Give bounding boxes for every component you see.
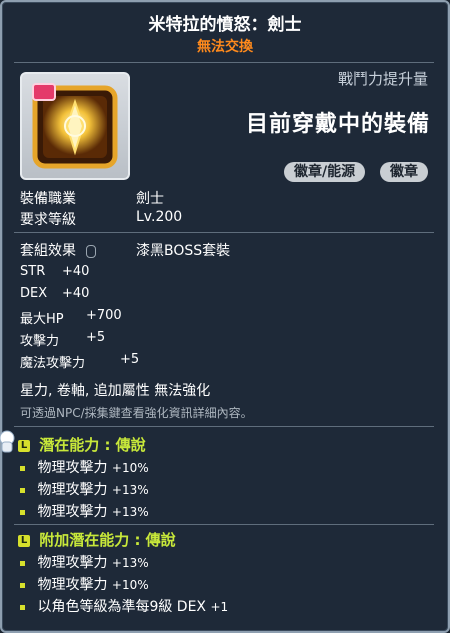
additional-potential-line: 物理攻擊力 +10%: [20, 574, 149, 594]
stat-row: STR +40: [20, 264, 89, 279]
potential-stat: 物理攻擊力: [37, 504, 108, 520]
level-row: 要求等級 Lv.200: [20, 209, 182, 229]
stat-name: 最大HP: [20, 312, 64, 327]
potential-stat: 物理攻擊力: [37, 555, 108, 571]
potential-value: +1: [210, 600, 229, 614]
bullet-icon: [20, 560, 25, 566]
stat-row: DEX +40: [20, 286, 89, 301]
tag-badge-energy: 徽章/能源: [284, 162, 366, 182]
additional-potential-header: L 附加潛在能力 : 傳說: [18, 529, 176, 550]
power-label: 戰鬥力提升量: [337, 70, 428, 88]
emblem-icon: [32, 83, 118, 169]
bullet-icon: [20, 465, 25, 471]
additional-potential-title: 附加潛在能力 : 傳說: [39, 531, 176, 549]
potential-stat: 以角色等級為準每9級 DEX: [37, 599, 207, 615]
additional-potential-line: 以角色等級為準每9級 DEX +1: [20, 596, 228, 616]
stat-value: +700: [86, 308, 122, 323]
potential-stat: 物理攻擊力: [37, 482, 108, 498]
potential-value: +10%: [111, 461, 149, 475]
legendary-icon: L: [18, 439, 30, 452]
job-row: 裝備職業 劍士: [20, 188, 164, 208]
job-label: 裝備職業: [20, 191, 76, 207]
potential-value: +13%: [111, 483, 149, 497]
bullet-icon: [20, 509, 25, 515]
job-value: 劍士: [136, 191, 164, 207]
item-name: 米特拉的憤怒：劍士: [148, 15, 302, 35]
mouse-icon: [86, 244, 97, 258]
potential-line: 物理攻擊力 +10%: [20, 457, 149, 477]
item-tooltip: 米特拉的憤怒：劍士 無法交換 戰鬥力提升量 目前穿戴中的裝備 徽章/能源 徽章 …: [0, 0, 450, 633]
stat-row: 最大HP +700: [20, 308, 122, 327]
potential-stat: 物理攻擊力: [37, 577, 108, 593]
stat-value: +40: [62, 264, 90, 279]
potential-title: 潛在能力 : 傳說: [39, 436, 146, 454]
stat-value: +5: [120, 352, 140, 367]
item-icon-frame: [20, 72, 130, 180]
additional-potential-line: 物理攻擊力 +13%: [20, 552, 149, 572]
enhance-flags: 星力, 卷軸, 追加屬性 無法強化: [20, 383, 211, 399]
stat-name: DEX: [20, 286, 48, 301]
bullet-icon: [20, 487, 25, 493]
potential-line: 物理攻擊力 +13%: [20, 479, 149, 499]
level-value: Lv.200: [136, 209, 183, 225]
stat-name: 魔法攻擊力: [20, 356, 86, 371]
legendary-icon: L: [18, 534, 30, 547]
tag-badge: 徽章: [380, 162, 428, 182]
potential-line: 物理攻擊力 +13%: [20, 501, 149, 521]
potential-value: +13%: [111, 505, 149, 519]
stat-value: +5: [86, 330, 106, 345]
stat-name: 攻擊力: [20, 334, 60, 349]
stat-row: 攻擊力 +5: [20, 330, 105, 349]
divider: [14, 62, 434, 63]
set-row: 套組效果 漆黑BOSS套裝: [20, 240, 230, 260]
stat-row: 魔法攻擊力 +5: [20, 352, 139, 371]
stat-name: STR: [20, 264, 46, 279]
divider: [14, 232, 434, 233]
level-label: 要求等級: [20, 212, 76, 228]
glove-cursor-icon: [0, 430, 15, 453]
tradable-status: 無法交換: [197, 39, 253, 55]
set-value: 漆黑BOSS套裝: [136, 243, 231, 259]
bullet-icon: [20, 582, 25, 588]
current-equip-label: 目前穿戴中的裝備: [245, 112, 430, 137]
stat-value: +40: [62, 286, 90, 301]
potential-header: L 潛在能力 : 傳說: [18, 434, 146, 455]
enhance-hint: 可透過NPC/採集鍵查看強化資訊詳細內容。: [20, 406, 253, 420]
potential-value: +13%: [111, 556, 149, 570]
divider: [14, 524, 434, 525]
set-label: 套組效果: [20, 243, 76, 259]
bullet-icon: [20, 604, 25, 610]
potential-stat: 物理攻擊力: [37, 460, 108, 476]
divider: [14, 426, 434, 427]
potential-value: +10%: [111, 578, 149, 592]
